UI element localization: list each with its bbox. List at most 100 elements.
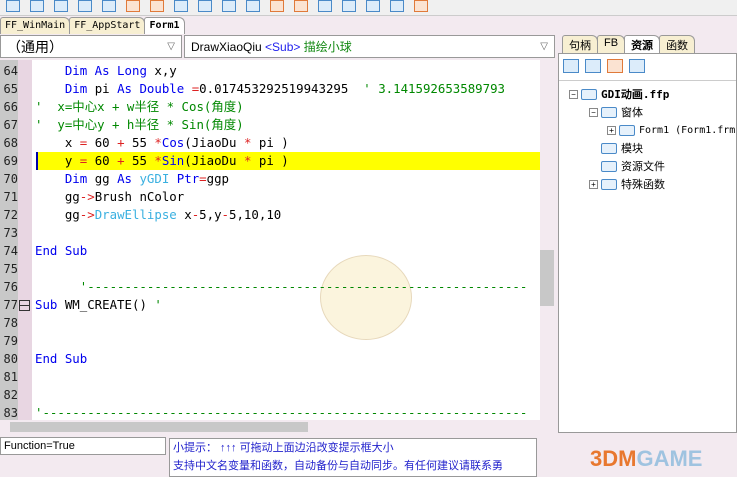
code-line[interactable]: 64 Dim As Long x,y [0, 62, 540, 80]
tab-fb[interactable]: FB [597, 35, 626, 53]
tab-functions[interactable]: 函数 [659, 35, 696, 53]
toolbar-button[interactable] [414, 0, 428, 12]
tab-ff-winmain[interactable]: FF_WinMain [0, 17, 71, 34]
code-token: 5,10,10 [229, 207, 282, 222]
tip-line: 小提示： ↑↑↑ 可拖动上面边沿改变提示框大小 [173, 442, 394, 454]
fold-toggle-icon[interactable] [19, 300, 30, 311]
scroll-thumb[interactable] [540, 250, 554, 306]
line-number: 69 [3, 154, 18, 168]
toolbar-button[interactable] [270, 0, 284, 12]
folder-icon [601, 142, 617, 154]
tab-resources[interactable]: 资源 [624, 35, 661, 53]
tab-form1[interactable]: Form1 [144, 17, 185, 34]
code-line[interactable]: 67 ' y=中心y + h半径 * Sin(角度) [0, 116, 540, 134]
line-number: 74 [3, 244, 18, 258]
list-view-icon[interactable] [563, 59, 579, 73]
toolbar-button[interactable] [342, 0, 356, 12]
code-line[interactable]: 75 [0, 260, 540, 278]
code-text: Dim As Long x,y [35, 62, 177, 80]
code-line[interactable]: 71 gg->Brush nColor [0, 188, 540, 206]
toolbar-button[interactable] [246, 0, 260, 12]
code-line[interactable]: 81 [0, 368, 540, 386]
code-token: -> [79, 207, 95, 222]
code-token: pi ) [258, 135, 289, 150]
code-token: -> [79, 189, 95, 204]
line-number: 76 [3, 280, 18, 294]
code-text: gg->Brush nColor [35, 188, 184, 206]
code-line[interactable]: 74 End Sub [0, 242, 540, 260]
code-line[interactable]: 69 y = 60 + 55 *Sin(JiaoDu * pi ) [0, 152, 540, 170]
toolbar-button[interactable] [222, 0, 236, 12]
scroll-thumb[interactable] [10, 422, 308, 432]
code-line[interactable]: 65 Dim pi As Double =0.01745329251994329… [0, 80, 540, 98]
tree-node-forms[interactable]: − 窗体 [559, 103, 736, 121]
vertical-scrollbar[interactable] [540, 60, 554, 420]
collapse-icon[interactable]: − [589, 107, 598, 117]
collapse-icon[interactable]: − [569, 89, 578, 99]
toolbar-button[interactable] [102, 0, 116, 12]
code-line[interactable]: 72 gg->DrawEllipse x-5,y-5,10,10 [0, 206, 540, 224]
toolbar-button[interactable] [54, 0, 68, 12]
code-line[interactable]: 73 [0, 224, 540, 242]
code-line[interactable]: 83 '-------------------------------------… [0, 404, 540, 420]
line-number: 73 [3, 226, 18, 240]
line-number: 77 [3, 298, 18, 312]
code-line[interactable]: 79 [0, 332, 540, 350]
tree-view-icon[interactable] [607, 59, 623, 73]
code-editor[interactable]: 64 Dim As Long x,y 65 Dim pi As Double =0… [0, 60, 540, 420]
chevron-down-icon: ▽ [540, 41, 548, 52]
code-token: x,y [154, 63, 177, 78]
code-token: Sin [161, 153, 185, 168]
toolbar-button[interactable] [78, 0, 92, 12]
tree-node-resources[interactable]: 资源文件 [559, 157, 736, 175]
form-view-icon[interactable] [585, 59, 601, 73]
code-token: = [79, 153, 95, 168]
expand-icon[interactable]: + [589, 179, 598, 189]
code-line[interactable]: 77 Sub WM_CREATE() ' [0, 296, 540, 314]
code-line[interactable]: 70 Dim gg As yGDI Ptr=ggp [0, 170, 540, 188]
detail-view-icon[interactable] [629, 59, 645, 73]
tree-node-project[interactable]: − GDI动画.ffp [559, 85, 736, 103]
code-token: ' x=中心x + w半径 * Cos(角度) [35, 99, 244, 114]
line-number: 78 [3, 316, 18, 330]
code-line[interactable]: 82 [0, 386, 540, 404]
toolbar-button[interactable] [150, 0, 164, 12]
line-number: 75 [3, 262, 18, 276]
toolbar-button[interactable] [174, 0, 188, 12]
tree-node-form1[interactable]: + Form1 (Form1.frm [559, 121, 736, 139]
code-line[interactable]: 80 End Sub [0, 350, 540, 368]
toolbar-button[interactable] [318, 0, 332, 12]
procedure-dropdown[interactable]: DrawXiaoQiu <Sub> 描绘小球 ▽ [184, 35, 555, 58]
code-line[interactable]: 66 ' x=中心x + w半径 * Cos(角度) [0, 98, 540, 116]
toolbar-button[interactable] [390, 0, 404, 12]
code-text: '---------------------------------------… [35, 278, 528, 296]
code-token: Dim [64, 81, 95, 96]
code-token: (JiaoDu [184, 153, 244, 168]
expand-icon[interactable]: + [607, 125, 616, 135]
code-line[interactable]: 76 '------------------------------------… [0, 278, 540, 296]
toolbar-button[interactable] [366, 0, 380, 12]
code-line[interactable]: 78 [0, 314, 540, 332]
form-icon [619, 124, 635, 136]
code-token: Cos [161, 135, 185, 150]
horizontal-scrollbar[interactable] [0, 420, 554, 433]
tab-handles[interactable]: 句柄 [562, 35, 598, 53]
scope-dropdown[interactable]: （通用） ▽ [0, 35, 182, 58]
toolbar-button[interactable] [6, 0, 20, 12]
line-number: 82 [3, 388, 18, 402]
toolbar-button[interactable] [30, 0, 44, 12]
line-number: 83 [3, 406, 18, 420]
tree-node-special[interactable]: + 特殊函数 [559, 175, 736, 193]
line-number: 79 [3, 334, 18, 348]
code-line[interactable]: 68 x = 60 + 55 *Cos(JiaoDu * pi ) [0, 134, 540, 152]
code-token: ' y=中心y + h半径 * Sin(角度) [35, 117, 244, 132]
toolbar-button[interactable] [126, 0, 140, 12]
toolbar-button[interactable] [294, 0, 308, 12]
toolbar-button[interactable] [198, 0, 212, 12]
code-text: ' y=中心y + h半径 * Sin(角度) [35, 116, 244, 134]
tree-node-modules[interactable]: 模块 [559, 139, 736, 157]
code-token: pi ) [258, 153, 289, 168]
code-token: * [154, 135, 162, 150]
tab-ff-appstart[interactable]: FF_AppStart [69, 17, 146, 34]
